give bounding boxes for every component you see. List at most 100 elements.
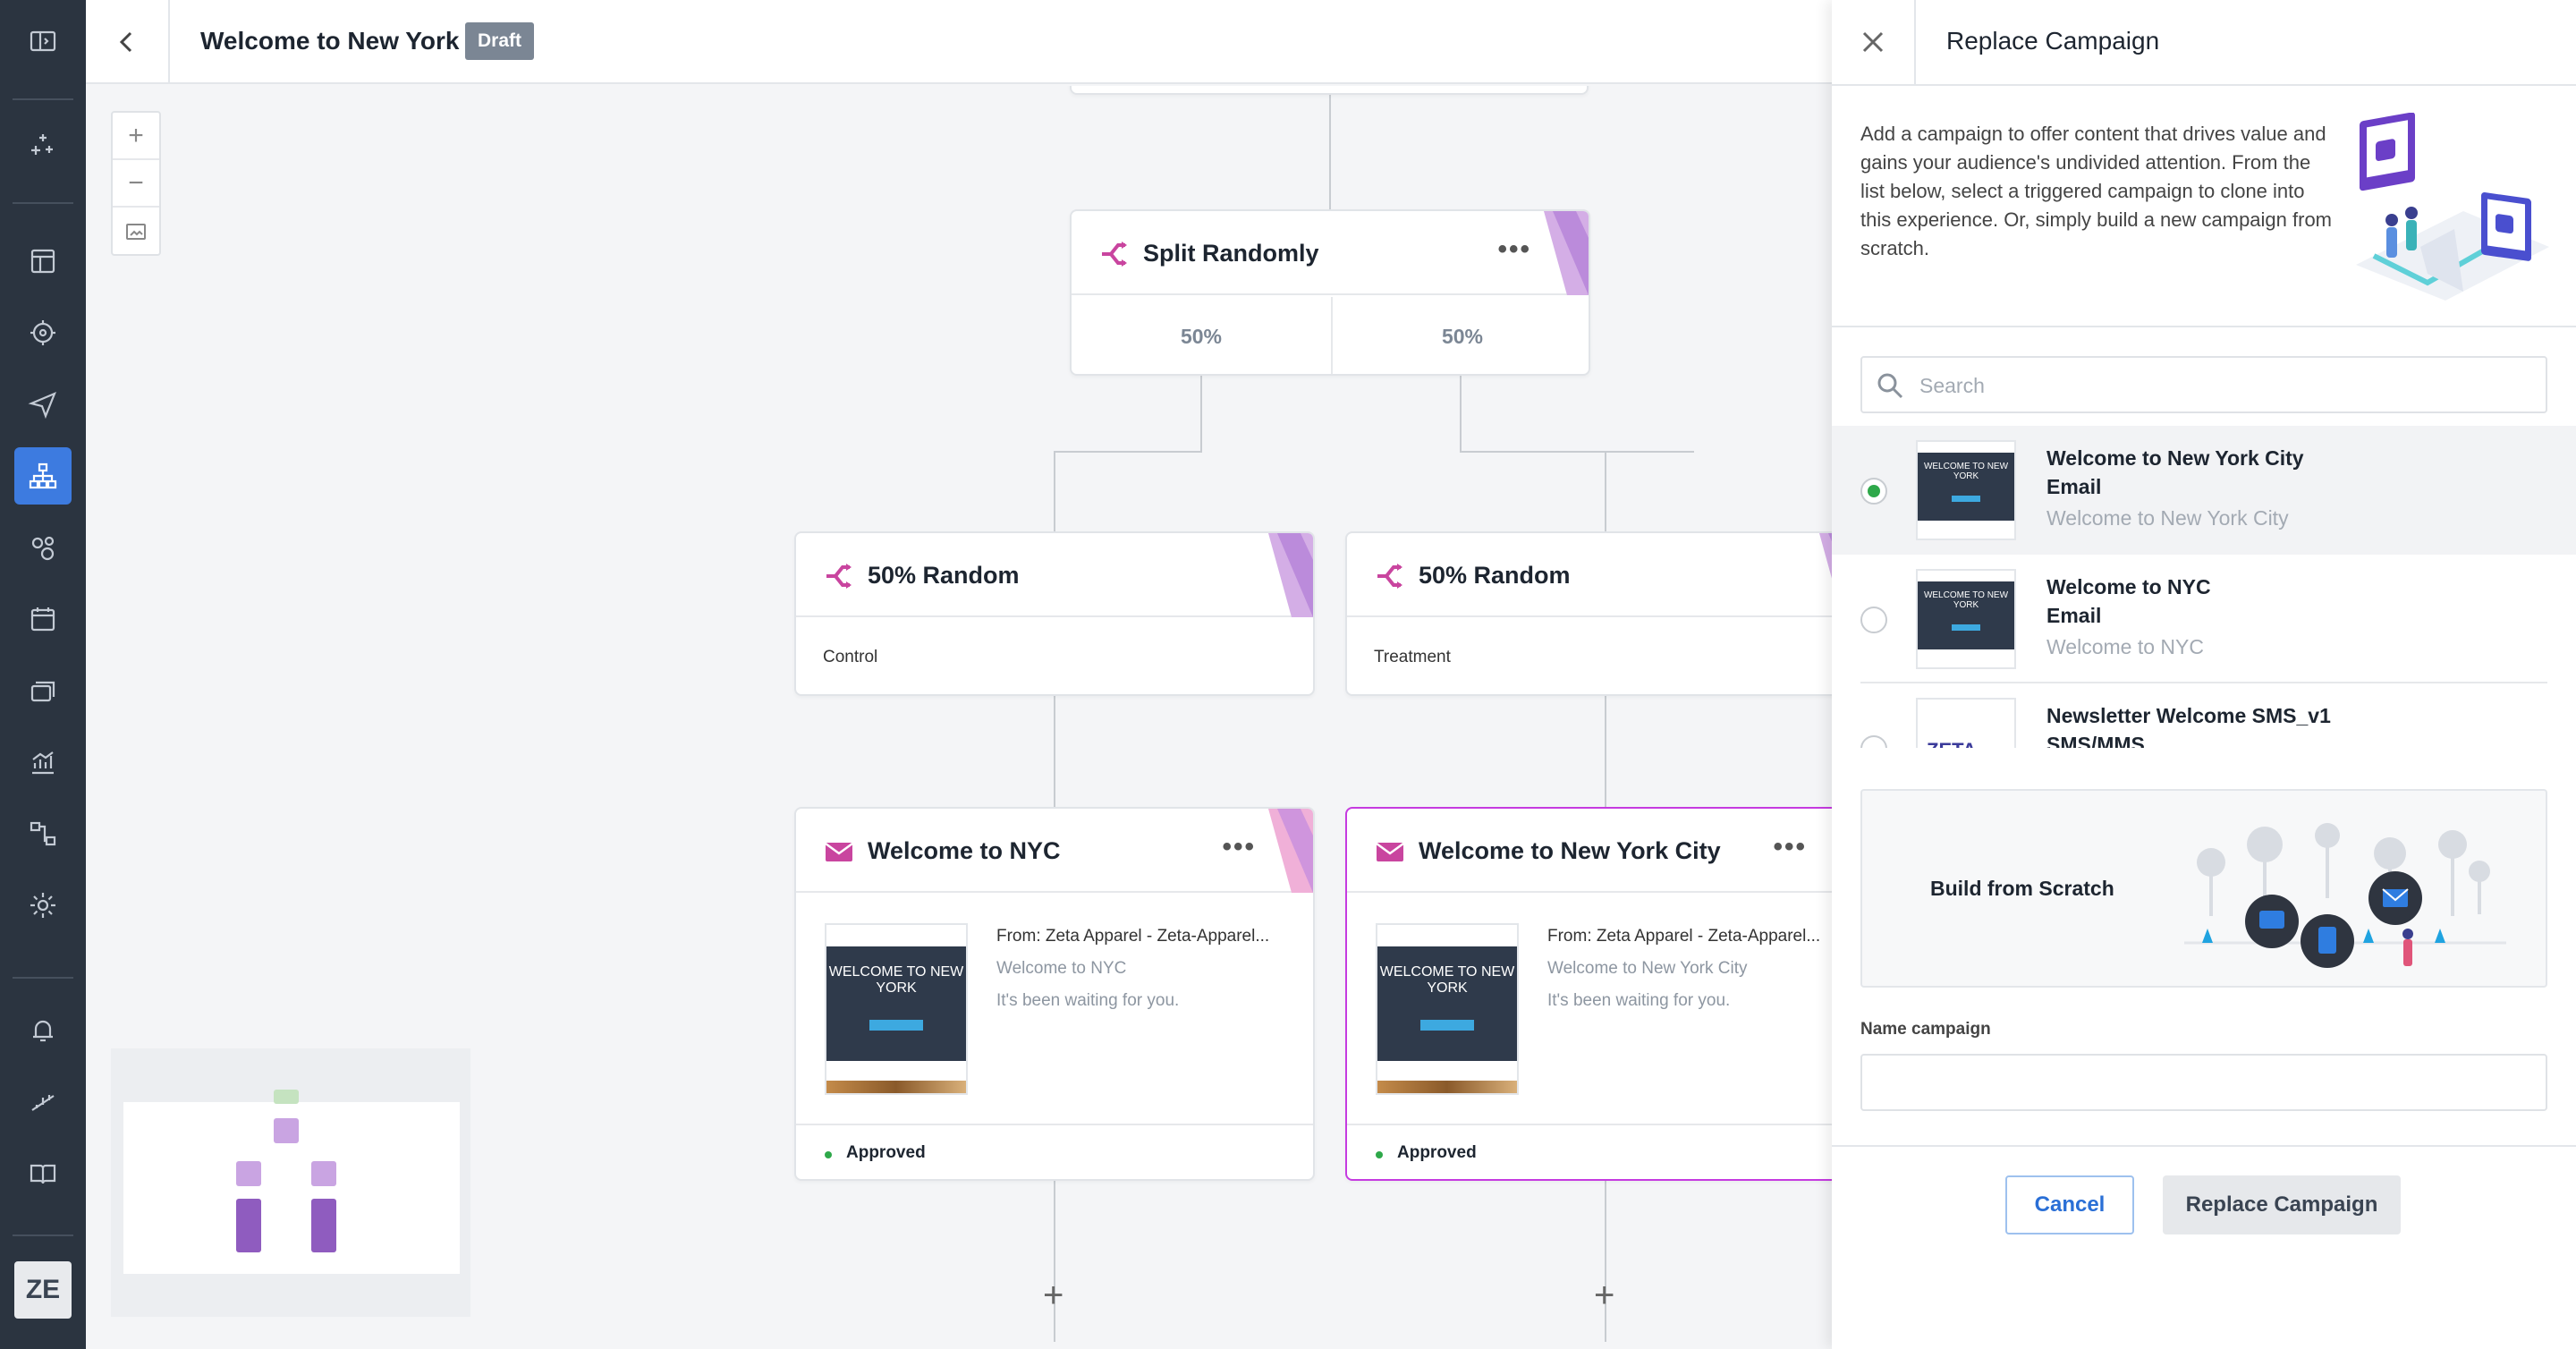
random-control-card[interactable]: 50% Random Control (794, 531, 1315, 696)
more-options-icon[interactable]: ••• (1222, 832, 1256, 862)
dashboard-icon[interactable] (14, 233, 72, 290)
thumbnail-headline: WELCOME TO NEW YORK (1377, 946, 1517, 1061)
branch-label: Treatment (1374, 648, 1451, 666)
email-icon (1376, 842, 1404, 861)
campaign-type: Email (2046, 604, 2102, 627)
split-randomly-card[interactable]: Split Randomly ••• 50% 50% (1070, 209, 1590, 376)
audience-icon[interactable] (14, 519, 72, 576)
list-item[interactable]: ZETA Newsletter Welcome SMS_v1 SMS/MMS (1832, 683, 2576, 748)
email-thumbnail: WELCOME TO NEW YORK (825, 923, 968, 1095)
connector-line (1329, 86, 1331, 209)
campaign-radio[interactable] (1860, 735, 1887, 748)
campaign-thumbnail: WELCOME TO NEW YORK (1916, 440, 2016, 540)
split-percent-right: 50% (1441, 324, 1484, 348)
email-card-welcome-nyc[interactable]: Welcome to NYC ••• WELCOME TO NEW YORK F… (794, 807, 1315, 1181)
nav-divider (13, 98, 73, 100)
build-from-scratch-option[interactable]: Build from Scratch (1860, 789, 2547, 988)
campaign-subtitle: Welcome to New York City (2046, 506, 2289, 530)
status-label: Approved (1397, 1143, 1477, 1162)
panel-title: Replace Campaign (1946, 27, 2160, 55)
connector-line (1200, 376, 1202, 451)
random-treatment-card[interactable]: 50% Random Treatment (1345, 531, 1834, 696)
zoom-out-button[interactable]: − (113, 160, 159, 208)
email-icon (825, 842, 853, 861)
top-header: Welcome to New York Draft (86, 0, 1834, 84)
experiences-icon[interactable] (14, 447, 72, 505)
content-icon[interactable] (14, 662, 72, 719)
target-icon[interactable] (14, 304, 72, 361)
card-title: 50% Random (1419, 562, 1571, 589)
connector-line (1605, 1181, 1606, 1342)
add-step-button[interactable]: + (1594, 1276, 1614, 1316)
devices-illustration-icon (2356, 113, 2549, 301)
campaign-radio[interactable] (1860, 607, 1887, 633)
email-from: From: Zeta Apparel - Zeta-Apparel... (1547, 927, 1821, 946)
connector-line (1460, 376, 1462, 451)
left-nav: ZE (0, 0, 86, 1349)
cancel-button[interactable]: Cancel (2005, 1175, 2134, 1234)
connector-line (1054, 696, 1055, 807)
thumbnail-headline: WELCOME TO NEW YORK (1918, 581, 2014, 649)
split-icon (1102, 242, 1127, 267)
name-campaign-input[interactable] (1860, 1054, 2547, 1111)
more-options-icon[interactable]: ••• (1773, 832, 1807, 862)
send-icon[interactable] (14, 376, 72, 433)
email-subject: Welcome to New York City (1547, 959, 1748, 978)
avatar[interactable]: ZE (14, 1261, 72, 1319)
workflow-icon[interactable] (14, 805, 72, 862)
campaign-name: Newsletter Welcome SMS_v1 (2046, 704, 2331, 727)
signal-icon[interactable] (14, 1073, 72, 1131)
page-title: Welcome to New York (200, 27, 460, 55)
card-title: Welcome to New York City (1419, 837, 1721, 864)
connector-line (1460, 451, 1694, 453)
status-dot (1376, 1151, 1383, 1158)
zoom-controls: + − (111, 111, 161, 256)
book-icon[interactable] (14, 1145, 72, 1202)
settings-icon[interactable] (14, 877, 72, 934)
campaign-thumbnail: ZETA (1916, 698, 2016, 748)
corner-ribbon (1544, 211, 1589, 295)
replace-campaign-button[interactable]: Replace Campaign (2163, 1175, 2401, 1234)
card-title: Welcome to NYC (868, 837, 1061, 864)
list-item[interactable]: WELCOME TO NEW YORK Welcome to New York … (1832, 426, 2576, 555)
zoom-in-button[interactable]: + (113, 113, 159, 160)
connector-line (1054, 451, 1202, 453)
toggle-panel-icon[interactable] (14, 13, 72, 70)
more-options-icon[interactable]: ••• (1497, 234, 1531, 265)
search-input[interactable] (1919, 369, 2528, 403)
split-icon (826, 564, 852, 589)
email-subject: Welcome to NYC (996, 959, 1127, 978)
previous-step-card[interactable] (1070, 86, 1589, 95)
fit-view-button[interactable] (113, 208, 159, 255)
email-from: From: Zeta Apparel - Zeta-Apparel... (996, 927, 1270, 946)
campaign-type: Email (2046, 475, 2102, 498)
campaign-list[interactable]: WELCOME TO NEW YORK Welcome to New York … (1832, 426, 2576, 748)
email-preheader: It's been waiting for you. (1547, 991, 1731, 1010)
email-card-welcome-nyc-full[interactable]: Welcome to New York City ••• WELCOME TO … (1345, 807, 1834, 1181)
panel-description: Add a campaign to offer content that dri… (1860, 123, 2333, 259)
search-box (1860, 356, 2547, 413)
thumbnail-headline: WELCOME TO NEW YORK (1918, 453, 2014, 521)
replace-campaign-panel: Replace Campaign Add a campaign to offer… (1832, 0, 2576, 1349)
sparkle-icon[interactable] (14, 116, 72, 174)
email-thumbnail: WELCOME TO NEW YORK (1376, 923, 1519, 1095)
status-dot (825, 1151, 832, 1158)
split-icon (1377, 564, 1402, 589)
minimap[interactable] (111, 1048, 470, 1317)
analytics-icon[interactable] (14, 734, 72, 791)
status-badge: Draft (465, 22, 535, 60)
branch-label: Control (823, 648, 878, 666)
back-button[interactable] (86, 0, 170, 84)
email-preheader: It's been waiting for you. (996, 991, 1180, 1010)
card-title: Split Randomly (1143, 240, 1319, 267)
bell-icon[interactable] (14, 1002, 72, 1059)
add-step-button[interactable]: + (1043, 1276, 1063, 1316)
campaign-radio[interactable] (1860, 478, 1887, 505)
close-icon (1862, 31, 1884, 53)
corner-ribbon (1268, 533, 1313, 617)
status-label: Approved (846, 1143, 926, 1162)
list-item[interactable]: WELCOME TO NEW YORK Welcome to NYC Email… (1832, 555, 2576, 683)
calendar-icon[interactable] (14, 590, 72, 648)
close-button[interactable] (1832, 0, 1916, 84)
nav-divider (13, 1234, 73, 1236)
